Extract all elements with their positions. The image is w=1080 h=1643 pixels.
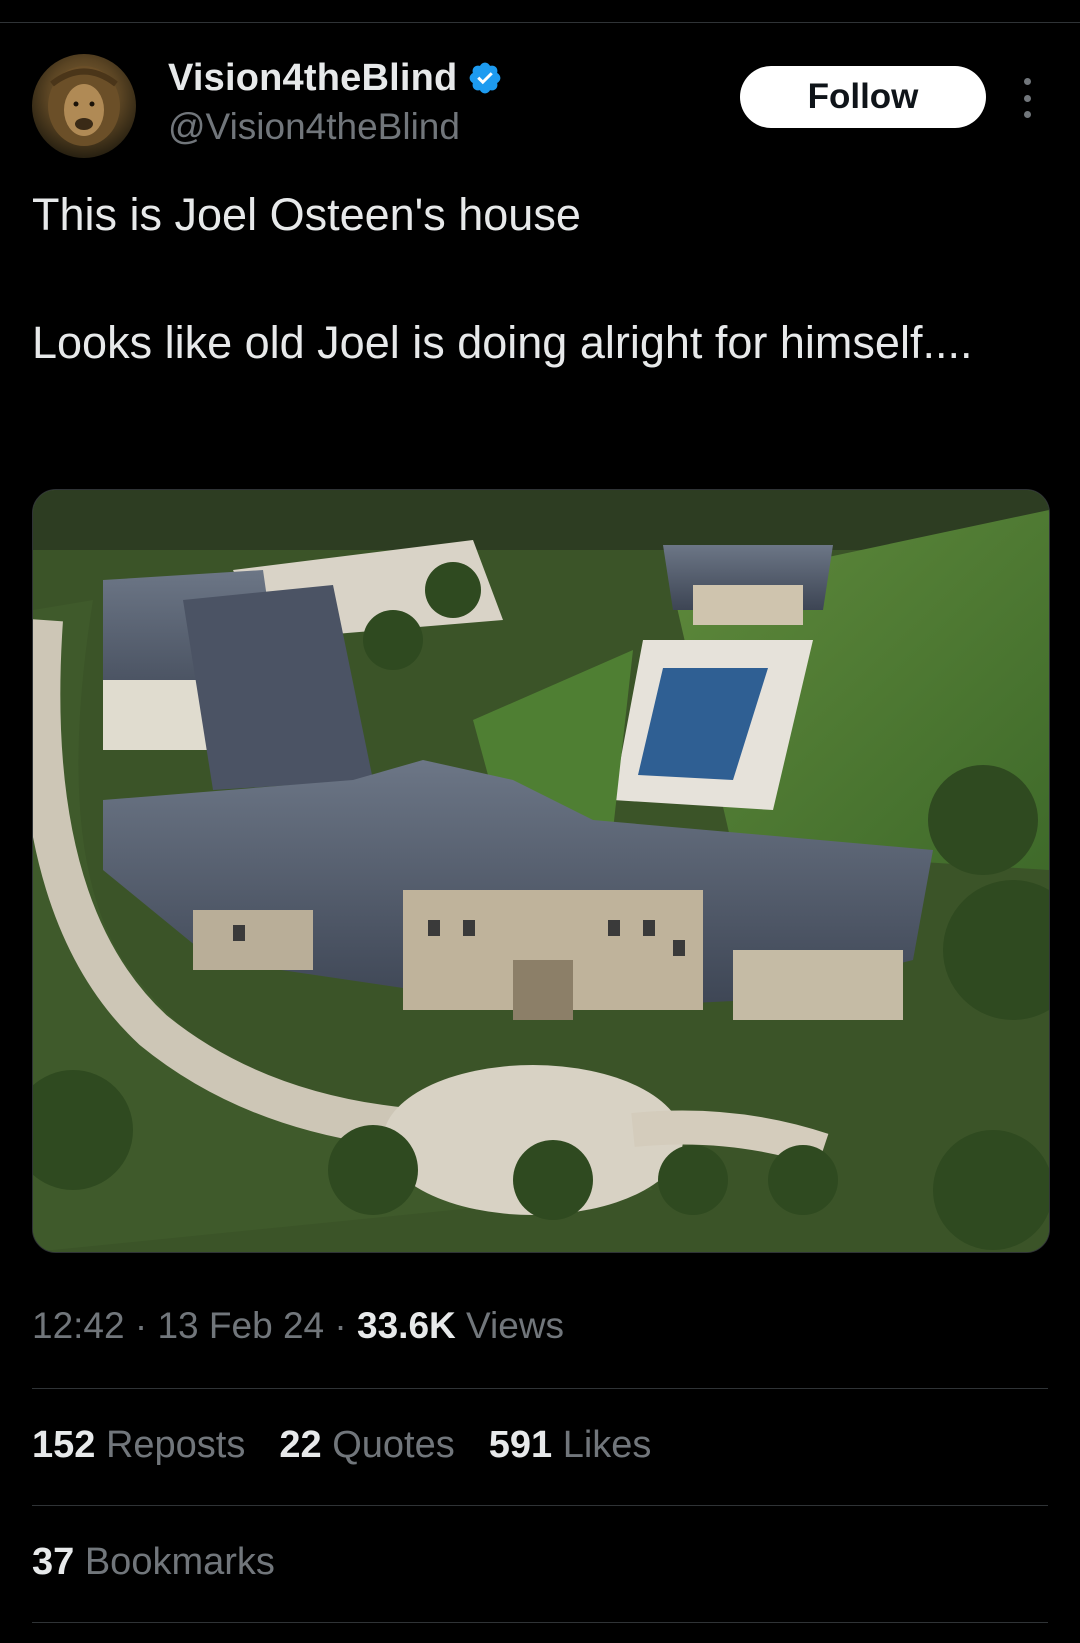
engagement-stats: 152 Reposts 22 Quotes 591 Likes bbox=[32, 1424, 685, 1467]
tweet-time[interactable]: 12:42 bbox=[32, 1305, 125, 1346]
stats-divider-top bbox=[32, 1388, 1048, 1389]
stats-divider-middle bbox=[32, 1505, 1048, 1506]
tweet-photo-aerial-house[interactable] bbox=[32, 489, 1050, 1253]
quotes-stat[interactable]: 22 Quotes bbox=[279, 1424, 454, 1467]
more-options-icon[interactable] bbox=[1012, 78, 1042, 118]
quotes-label: Quotes bbox=[321, 1424, 455, 1466]
bookmarks-count: 37 bbox=[32, 1541, 75, 1583]
follow-button[interactable]: Follow bbox=[740, 66, 986, 128]
stats-divider-bottom bbox=[32, 1622, 1048, 1623]
likes-label: Likes bbox=[552, 1424, 652, 1466]
more-dot bbox=[1023, 94, 1031, 102]
quotes-count: 22 bbox=[279, 1424, 322, 1466]
bookmarks-label: Bookmarks bbox=[74, 1541, 275, 1583]
tweet-meta: 12:42 · 13 Feb 24 · 33.6K Views bbox=[32, 1305, 564, 1347]
author-name-row[interactable]: Vision4theBlind bbox=[168, 52, 503, 104]
author-display-name[interactable]: Vision4theBlind bbox=[168, 57, 457, 100]
more-dot bbox=[1023, 111, 1031, 118]
bookmarks-stat[interactable]: 37 Bookmarks bbox=[32, 1541, 275, 1584]
author-handle[interactable]: @Vision4theBlind bbox=[168, 106, 460, 148]
reposts-count: 152 bbox=[32, 1424, 96, 1466]
lion-avatar-icon[interactable] bbox=[32, 54, 136, 158]
top-divider bbox=[0, 22, 1080, 23]
tweet-date[interactable]: 13 Feb 24 bbox=[157, 1305, 324, 1346]
verified-badge-icon bbox=[470, 62, 501, 94]
more-dot bbox=[1023, 78, 1031, 85]
reposts-stat[interactable]: 152 Reposts bbox=[32, 1424, 245, 1467]
tweet-line-2: Looks like old Joel is doing alright for… bbox=[32, 317, 973, 368]
likes-stat[interactable]: 591 Likes bbox=[489, 1424, 652, 1467]
views-count: 33.6K bbox=[357, 1305, 456, 1346]
views-label: Views bbox=[455, 1305, 565, 1346]
meta-separator: · bbox=[324, 1305, 358, 1346]
reposts-label: Reposts bbox=[95, 1424, 246, 1466]
likes-count: 591 bbox=[488, 1424, 553, 1466]
tweet-line-1: This is Joel Osteen's house bbox=[32, 189, 581, 240]
meta-separator: · bbox=[124, 1305, 158, 1346]
tweet-text: This is Joel Osteen's house Looks like o… bbox=[32, 183, 1032, 375]
